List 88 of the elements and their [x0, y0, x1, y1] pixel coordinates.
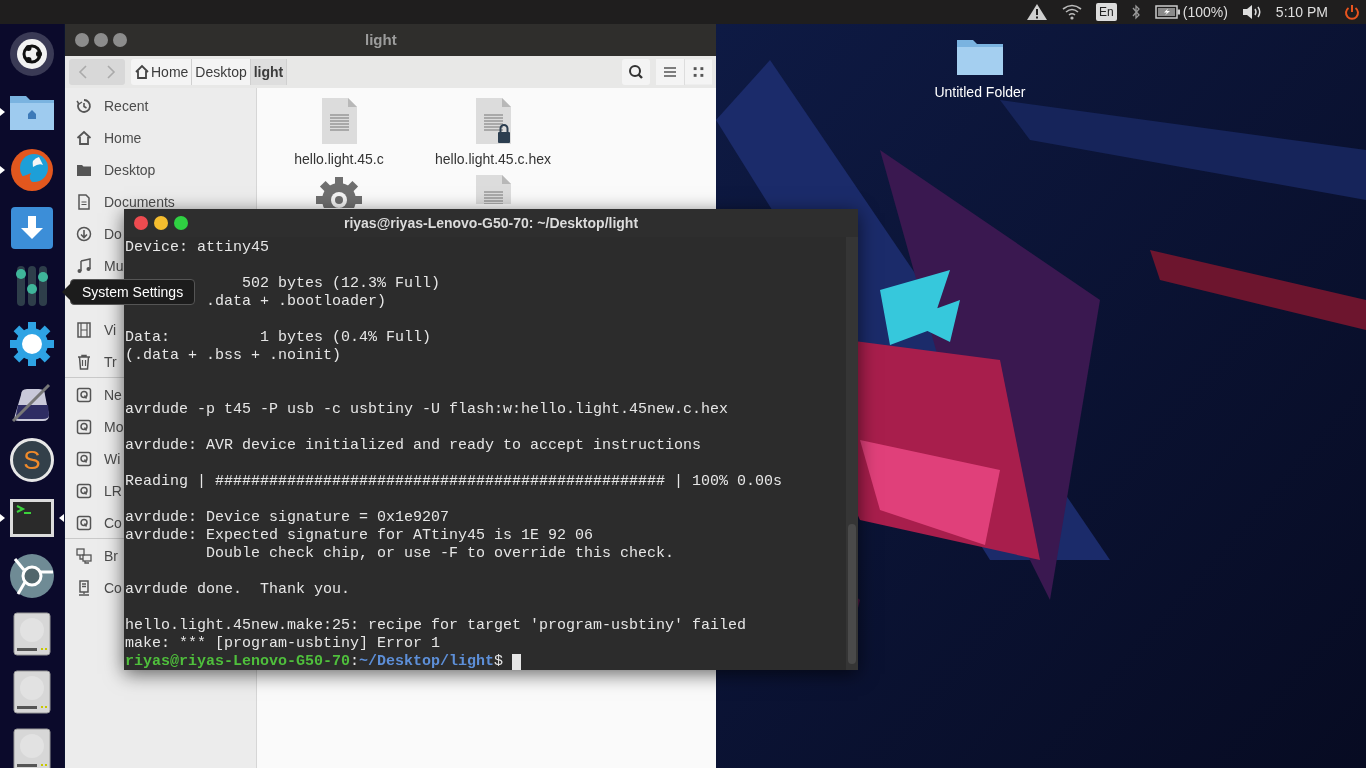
server-icon[interactable] [76, 580, 92, 596]
film-icon[interactable] [76, 322, 92, 338]
keyboard-layout-indicator[interactable]: En [1096, 3, 1117, 21]
home-icon[interactable] [76, 130, 92, 146]
terminal-line: avrdude: Expected signature for ATtiny45 is 1E 92 06 [125, 527, 594, 545]
volume-icon[interactable] [1241, 4, 1262, 20]
sidebar-item[interactable]: Desktop [104, 163, 156, 177]
sidebar-item[interactable]: Co [104, 516, 122, 530]
sidebar-item[interactable]: Documents [104, 195, 175, 209]
sidebar-item[interactable]: Br [104, 549, 118, 563]
terminal-line: avrdude -p t45 -P usb -c usbtiny -U flash:w:hello.light.45new.c.hex [125, 401, 729, 419]
battery-icon[interactable] [1154, 5, 1181, 19]
maximize-button[interactable] [174, 216, 188, 230]
drive-icon[interactable] [76, 515, 92, 531]
breadcrumb-button[interactable]: Home [131, 59, 193, 85]
drive-icon[interactable] [13, 670, 51, 714]
terminal-line: (.data + .bss + .noinit) [125, 347, 342, 365]
prompt-path: ~/Desktop/light [359, 653, 495, 671]
terminal-line: avrdude: Device signature = 0x1e9207 [125, 509, 450, 527]
list-view-button[interactable] [656, 59, 684, 85]
maximize-button[interactable] [113, 33, 127, 47]
close-button[interactable] [134, 216, 148, 230]
sidebar-item[interactable]: Wi [104, 452, 121, 466]
terminal-line: Reading | ################################################## | 100% 0.00s [125, 473, 783, 491]
drive-icon[interactable] [76, 483, 92, 499]
sidebar-item[interactable]: Recent [104, 99, 149, 113]
terminal-line: make: *** [program-usbtiny] Error 1 [125, 635, 441, 653]
wifi-icon[interactable] [1062, 4, 1083, 20]
text-cursor [512, 654, 522, 670]
document-icon[interactable] [76, 194, 92, 210]
breadcrumb-button[interactable]: Desktop [192, 59, 251, 85]
editor-launcher-icon[interactable]: S [10, 438, 54, 482]
sidebar-item[interactable]: Ne [104, 388, 122, 402]
close-button[interactable] [75, 33, 89, 47]
grid-view-button[interactable] [684, 59, 712, 85]
bluetooth-icon[interactable] [1130, 4, 1141, 20]
sidebar-item[interactable]: Vi [104, 323, 117, 337]
download-icon[interactable] [76, 226, 92, 242]
terminal-icon[interactable] [9, 498, 55, 538]
settings-icon[interactable] [9, 321, 55, 367]
network-icon[interactable] [76, 548, 92, 564]
tooltip-pointer [61, 283, 71, 301]
prompt-user-host: riyas@riyas-Lenovo-G50-70 [125, 653, 351, 671]
clock-icon[interactable] [76, 98, 92, 114]
folder-label[interactable]: Untitled Folder [934, 82, 1026, 103]
sidebar-item[interactable]: Tr [104, 355, 117, 369]
power-icon[interactable] [1344, 4, 1360, 20]
fox-globe-icon[interactable] [9, 147, 55, 193]
terminal-line: avrdude: AVR device initialized and ready to accept instructions [125, 437, 702, 455]
search-button[interactable] [622, 59, 650, 85]
round-browser-icon[interactable] [9, 553, 55, 599]
folder-icon[interactable] [76, 162, 92, 178]
drive-icon[interactable] [76, 387, 92, 403]
clock-text[interactable]: 5:10 PM [1275, 1, 1328, 23]
text-file-icon[interactable] [474, 174, 512, 204]
terminal-line: Device: attiny45 [125, 239, 270, 257]
minimize-button[interactable] [154, 216, 168, 230]
drive-icon[interactable] [76, 419, 92, 435]
window-title: riyas@riyas-Lenovo-G50-70: ~/Desktop/light [343, 213, 639, 233]
file-name[interactable]: hello.light.45.c.hex [435, 149, 551, 170]
sidebar-item[interactable]: Home [104, 131, 142, 145]
minimize-button[interactable] [94, 33, 108, 47]
drive-icon[interactable] [76, 451, 92, 467]
terminal-line: Double check chip, or use -F to override this check. [205, 545, 675, 563]
terminal-line: hello.light.45new.make:25: recipe for target 'program-usbtiny' failed [125, 617, 747, 635]
sidebar-item[interactable]: Mo [104, 420, 124, 434]
sidebar-item[interactable]: Co [104, 581, 122, 595]
window-title: light [365, 29, 397, 50]
drive-icon[interactable] [13, 612, 51, 656]
terminal-line: avrdude done. Thank you. [125, 581, 351, 599]
sidebar-item[interactable]: Do [104, 227, 122, 241]
circle-logo-icon[interactable] [8, 30, 56, 78]
sidebar-item[interactable]: Mu [104, 259, 124, 273]
drive-icon[interactable] [13, 728, 51, 768]
locked-file-icon[interactable] [474, 97, 512, 145]
prompt-symbol: $ [494, 653, 504, 671]
warning-icon[interactable] [1026, 3, 1049, 21]
download-icon[interactable] [10, 206, 54, 250]
prompt-separator: : [350, 653, 360, 671]
terminal-line: Data: 1 bytes (0.4% Full) [125, 329, 432, 347]
sidebar-item[interactable]: LR [104, 484, 122, 498]
folder-icon[interactable] [956, 38, 1004, 76]
music-note-icon[interactable] [76, 258, 92, 274]
trash-icon[interactable] [76, 354, 92, 370]
battery-percentage: (100%) [1182, 2, 1228, 22]
scrollbar-track[interactable] [846, 237, 858, 670]
file-name[interactable]: hello.light.45.c [294, 149, 384, 170]
breadcrumb-button[interactable]: light [250, 59, 288, 85]
